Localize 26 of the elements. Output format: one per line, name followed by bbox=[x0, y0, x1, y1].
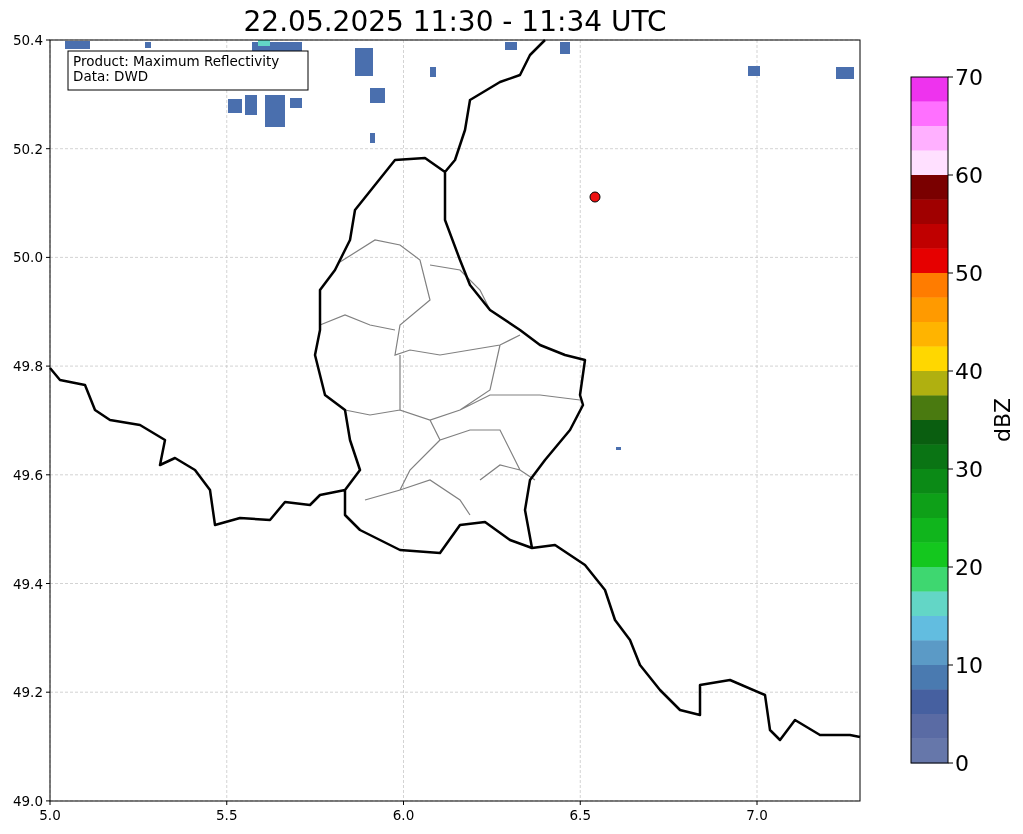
x-tick-label: 6.5 bbox=[569, 807, 591, 823]
colorbar-tick-label: 60 bbox=[955, 163, 983, 188]
x-tick-label: 6.0 bbox=[392, 807, 415, 823]
colorbar-tick-label: 30 bbox=[955, 457, 983, 482]
colorbar-tick-label: 20 bbox=[955, 555, 983, 580]
y-tick-label: 50.4 bbox=[12, 32, 43, 48]
legend-text: Product: Maximum Reflectivity bbox=[73, 53, 280, 69]
colorbar-tick-label: 70 bbox=[955, 65, 983, 90]
colorbar-tick-label: 10 bbox=[955, 653, 983, 678]
x-tick-label: 7.0 bbox=[746, 807, 768, 823]
x-tick-label: 5.0 bbox=[39, 807, 61, 823]
colorbar-tick-label: 50 bbox=[955, 261, 983, 286]
y-tick-label: 49.6 bbox=[12, 466, 43, 483]
y-tick-label: 50.0 bbox=[12, 249, 43, 266]
y-tick-label: 50.2 bbox=[12, 140, 43, 157]
y-tick-label: 49.8 bbox=[12, 358, 43, 375]
legend-text: Data: DWD bbox=[73, 68, 149, 84]
colorbar-label: dBZ bbox=[990, 397, 1015, 443]
colorbar-tick-label: 0 bbox=[955, 751, 969, 776]
colorbar-tick-label: 40 bbox=[955, 359, 983, 384]
chart-title: 22.05.2025 11:30 - 11:34 UTC bbox=[243, 5, 667, 38]
y-tick-label: 49.4 bbox=[12, 575, 43, 592]
x-tick-label: 5.5 bbox=[216, 807, 238, 823]
location-marker bbox=[589, 191, 601, 203]
y-tick-label: 49.0 bbox=[12, 792, 43, 809]
y-tick-label: 49.2 bbox=[12, 684, 43, 701]
